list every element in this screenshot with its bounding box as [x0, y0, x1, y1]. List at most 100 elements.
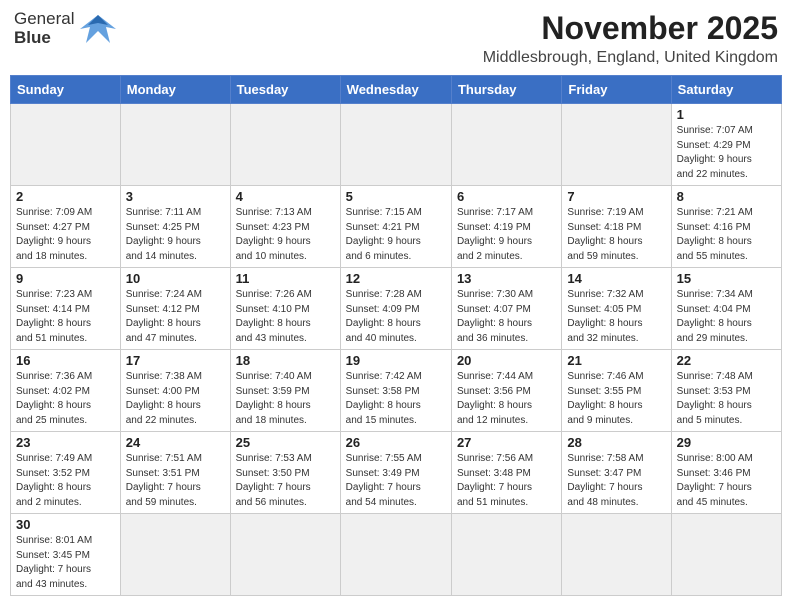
calendar-cell: 29Sunrise: 8:00 AM Sunset: 3:46 PM Dayli… [671, 432, 781, 514]
day-number: 7 [567, 189, 665, 204]
calendar-cell: 10Sunrise: 7:24 AM Sunset: 4:12 PM Dayli… [120, 268, 230, 350]
week-row-6: 30 Sunrise: 8:01 AM Sunset: 3:45 PM Dayli… [11, 514, 782, 596]
calendar-cell: 12 Sunrise: 7:28 AM Sunset: 4:09 PM Dayli… [340, 268, 451, 350]
day-info: Sunrise: 7:58 AM Sunset: 3:47 PM Dayligh… [567, 452, 665, 510]
day-number: 6 [457, 189, 556, 204]
day-info: Sunrise: 7:42 AM Sunset: 3:58 PM Dayligh… [346, 370, 446, 428]
calendar-cell: 20 Sunrise: 7:44 AM Sunset: 3:56 PM Dayli… [451, 350, 561, 432]
day-number: 15 [677, 271, 776, 286]
day-info: Sunrise: 7:26 AM Sunset: 4:10 PM Dayligh… [236, 288, 335, 346]
day-info: Sunrise: 7:30 AM Sunset: 4:07 PM Dayligh… [457, 288, 556, 346]
title-area: November 2025 Middlesbrough, England, Un… [483, 10, 778, 67]
calendar-cell: 16Sunrise: 7:36 AM Sunset: 4:02 PM Dayli… [11, 350, 121, 432]
day-info: Sunrise: 8:01 AM Sunset: 3:45 PM Dayligh… [16, 534, 115, 592]
weekday-header-monday: Monday [120, 76, 230, 104]
calendar-cell: 22 Sunrise: 7:48 AM Sunset: 3:53 PM Dayli… [671, 350, 781, 432]
day-number: 25 [236, 435, 335, 450]
day-number: 22 [677, 353, 776, 368]
day-info: Sunrise: 7:07 AM Sunset: 4:29 PM Dayligh… [677, 124, 776, 182]
day-info: Sunrise: 7:53 AM Sunset: 3:50 PM Dayligh… [236, 452, 335, 510]
weekday-header-wednesday: Wednesday [340, 76, 451, 104]
day-number: 8 [677, 189, 776, 204]
day-info: Sunrise: 7:28 AM Sunset: 4:09 PM Dayligh… [346, 288, 446, 346]
calendar-cell: 1 Sunrise: 7:07 AM Sunset: 4:29 PM Daylig… [671, 104, 781, 186]
calendar-cell: 24 Sunrise: 7:51 AM Sunset: 3:51 PM Dayli… [120, 432, 230, 514]
calendar-cell [562, 104, 671, 186]
day-info: Sunrise: 7:32 AM Sunset: 4:05 PM Dayligh… [567, 288, 665, 346]
weekday-header-sunday: Sunday [11, 76, 121, 104]
calendar-cell: 7Sunrise: 7:19 AM Sunset: 4:18 PM Daylig… [562, 186, 671, 268]
calendar-cell: 8Sunrise: 7:21 AM Sunset: 4:16 PM Daylig… [671, 186, 781, 268]
day-info: Sunrise: 7:48 AM Sunset: 3:53 PM Dayligh… [677, 370, 776, 428]
day-number: 28 [567, 435, 665, 450]
day-number: 16 [16, 353, 115, 368]
day-number: 20 [457, 353, 556, 368]
day-info: Sunrise: 7:38 AM Sunset: 4:00 PM Dayligh… [126, 370, 225, 428]
weekday-header-friday: Friday [562, 76, 671, 104]
calendar-cell: 15 Sunrise: 7:34 AM Sunset: 4:04 PM Dayli… [671, 268, 781, 350]
day-number: 27 [457, 435, 556, 450]
day-number: 5 [346, 189, 446, 204]
calendar-cell [230, 514, 340, 596]
calendar-cell: 21Sunrise: 7:46 AM Sunset: 3:55 PM Dayli… [562, 350, 671, 432]
calendar-cell: 14 Sunrise: 7:32 AM Sunset: 4:05 PM Dayli… [562, 268, 671, 350]
day-number: 1 [677, 107, 776, 122]
calendar-cell: 23 Sunrise: 7:49 AM Sunset: 3:52 PM Dayli… [11, 432, 121, 514]
day-info: Sunrise: 7:09 AM Sunset: 4:27 PM Dayligh… [16, 206, 115, 264]
calendar-cell [120, 104, 230, 186]
day-info: Sunrise: 7:44 AM Sunset: 3:56 PM Dayligh… [457, 370, 556, 428]
day-number: 9 [16, 271, 115, 286]
calendar-cell: 2 Sunrise: 7:09 AM Sunset: 4:27 PM Daylig… [11, 186, 121, 268]
day-info: Sunrise: 7:56 AM Sunset: 3:48 PM Dayligh… [457, 452, 556, 510]
day-info: Sunrise: 8:00 AM Sunset: 3:46 PM Dayligh… [677, 452, 776, 510]
day-info: Sunrise: 7:17 AM Sunset: 4:19 PM Dayligh… [457, 206, 556, 264]
calendar-cell [11, 104, 121, 186]
day-info: Sunrise: 7:34 AM Sunset: 4:04 PM Dayligh… [677, 288, 776, 346]
calendar-cell: 30 Sunrise: 8:01 AM Sunset: 3:45 PM Dayli… [11, 514, 121, 596]
calendar-cell [340, 514, 451, 596]
day-info: Sunrise: 7:15 AM Sunset: 4:21 PM Dayligh… [346, 206, 446, 264]
day-number: 26 [346, 435, 446, 450]
day-info: Sunrise: 7:13 AM Sunset: 4:23 PM Dayligh… [236, 206, 335, 264]
logo-blue: Blue [14, 29, 74, 48]
logo-bird-icon [78, 11, 118, 47]
week-row-2: 2 Sunrise: 7:09 AM Sunset: 4:27 PM Daylig… [11, 186, 782, 268]
day-number: 23 [16, 435, 115, 450]
day-number: 4 [236, 189, 335, 204]
calendar-cell: 6 Sunrise: 7:17 AM Sunset: 4:19 PM Daylig… [451, 186, 561, 268]
day-info: Sunrise: 7:55 AM Sunset: 3:49 PM Dayligh… [346, 452, 446, 510]
day-info: Sunrise: 7:24 AM Sunset: 4:12 PM Dayligh… [126, 288, 225, 346]
day-number: 18 [236, 353, 335, 368]
day-info: Sunrise: 7:46 AM Sunset: 3:55 PM Dayligh… [567, 370, 665, 428]
day-number: 30 [16, 517, 115, 532]
calendar-cell: 25 Sunrise: 7:53 AM Sunset: 3:50 PM Dayli… [230, 432, 340, 514]
calendar-cell: 19 Sunrise: 7:42 AM Sunset: 3:58 PM Dayli… [340, 350, 451, 432]
month-title: November 2025 [483, 10, 778, 47]
day-info: Sunrise: 7:49 AM Sunset: 3:52 PM Dayligh… [16, 452, 115, 510]
calendar-cell: 11 Sunrise: 7:26 AM Sunset: 4:10 PM Dayli… [230, 268, 340, 350]
day-number: 19 [346, 353, 446, 368]
logo-general: General [14, 10, 74, 29]
day-number: 11 [236, 271, 335, 286]
week-row-4: 16Sunrise: 7:36 AM Sunset: 4:02 PM Dayli… [11, 350, 782, 432]
day-info: Sunrise: 7:11 AM Sunset: 4:25 PM Dayligh… [126, 206, 225, 264]
calendar-cell: 18 Sunrise: 7:40 AM Sunset: 3:59 PM Dayli… [230, 350, 340, 432]
calendar-cell [120, 514, 230, 596]
location: Middlesbrough, England, United Kingdom [483, 49, 778, 67]
calendar-cell [562, 514, 671, 596]
day-number: 12 [346, 271, 446, 286]
day-number: 2 [16, 189, 115, 204]
calendar-cell [340, 104, 451, 186]
day-info: Sunrise: 7:40 AM Sunset: 3:59 PM Dayligh… [236, 370, 335, 428]
logo: General Blue [14, 10, 118, 47]
day-number: 24 [126, 435, 225, 450]
header: General Blue November 2025 Middlesbrough… [10, 10, 782, 67]
day-number: 14 [567, 271, 665, 286]
calendar-cell [451, 104, 561, 186]
day-number: 3 [126, 189, 225, 204]
calendar-cell [451, 514, 561, 596]
week-row-5: 23 Sunrise: 7:49 AM Sunset: 3:52 PM Dayli… [11, 432, 782, 514]
weekday-header-saturday: Saturday [671, 76, 781, 104]
calendar-cell: 5 Sunrise: 7:15 AM Sunset: 4:21 PM Daylig… [340, 186, 451, 268]
day-info: Sunrise: 7:51 AM Sunset: 3:51 PM Dayligh… [126, 452, 225, 510]
